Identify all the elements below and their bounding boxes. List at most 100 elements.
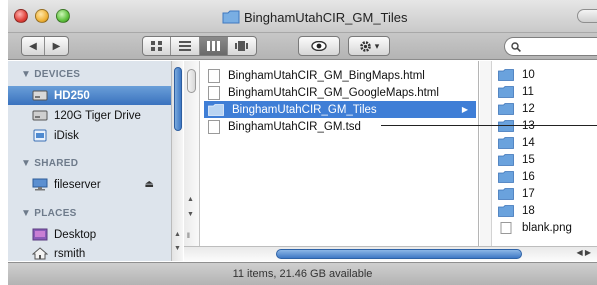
search-field[interactable] [504, 37, 597, 56]
file-name: BinghamUtahCIR_GM_Tiles [232, 103, 377, 116]
coverflow-view-button[interactable] [228, 37, 256, 55]
coverflow-view-icon [235, 41, 249, 51]
folder-name: 18 [522, 204, 535, 217]
home-icon [31, 247, 49, 260]
toolbar-toggle-button[interactable] [577, 9, 597, 23]
browser-column-1: ▲ ▼ ‖ BinghamUtahCIR_GM_BingMaps.html Bi… [184, 61, 479, 261]
search-input[interactable] [525, 40, 597, 53]
desktop-icon [32, 228, 48, 241]
browser-column-2: 10 11 12 13 14 15 16 17 18 blank.png [480, 61, 597, 261]
folder-name: 10 [522, 68, 535, 81]
column-view-button[interactable] [199, 37, 228, 55]
sidebar-item-label: fileserver [54, 178, 101, 191]
forward-arrow-icon: ▶ [52, 40, 61, 52]
list-item[interactable]: BinghamUtahCIR_GM_BingMaps.html [204, 67, 476, 84]
folder-icon [498, 85, 514, 98]
sidebar-item-rsmith[interactable]: rsmith [8, 244, 176, 263]
sidebar-scroll-thumb[interactable] [174, 67, 182, 131]
finder-window: BinghamUtahCIR_GM_Tiles ◀ ▶ ▾ ▼ DEVICES … [0, 0, 597, 285]
gear-icon [359, 40, 371, 52]
action-menu-button[interactable]: ▾ [348, 36, 390, 56]
folder-icon [498, 153, 514, 166]
file-name: BinghamUtahCIR_GM_BingMaps.html [228, 69, 425, 82]
eject-icon[interactable]: ⏏ [145, 179, 154, 190]
folder-icon [498, 102, 514, 115]
folder-icon [498, 187, 514, 200]
back-button[interactable]: ◀ [22, 37, 46, 55]
list-item[interactable]: 12 [498, 100, 535, 117]
file-name: blank.png [522, 221, 572, 234]
folder-name: 11 [522, 85, 534, 98]
file-name: BinghamUtahCIR_GM_GoogleMaps.html [228, 86, 439, 99]
list-item[interactable]: 17 [498, 185, 535, 202]
list-item[interactable]: 10 [498, 66, 535, 83]
image-file-icon [498, 221, 514, 234]
folder-icon [498, 170, 514, 183]
column-resize-handle-icon[interactable]: ‖ [187, 233, 190, 240]
list-item[interactable]: 18 [498, 202, 535, 219]
status-text: 11 items, 21.46 GB available [232, 268, 373, 280]
horizontal-scroll-arrows-icon[interactable]: ◀ ▶ [576, 248, 591, 257]
folder-name: 15 [522, 153, 535, 166]
folder-icon [498, 136, 514, 149]
sidebar-heading-shared[interactable]: ▼ SHARED [21, 158, 78, 169]
horizontal-scrollbar[interactable]: ◀ ▶ [184, 246, 597, 261]
sidebar-item-hd250[interactable]: HD250 [8, 86, 176, 105]
list-view-button[interactable] [171, 37, 200, 55]
folder-name: 14 [522, 136, 535, 149]
list-item[interactable]: 16 [498, 168, 535, 185]
list-item[interactable]: 14 [498, 134, 535, 151]
scroll-down-arrow-icon[interactable]: ▼ [187, 211, 194, 218]
window-title: BinghamUtahCIR_GM_Tiles [222, 8, 408, 26]
hard-drive-icon [32, 89, 48, 102]
hard-drive-icon [32, 109, 48, 122]
scroll-up-arrow-icon[interactable]: ▲ [174, 231, 181, 238]
document-icon [208, 68, 220, 83]
sidebar-item-idisk[interactable]: iDisk [8, 126, 176, 145]
zoom-button[interactable] [56, 9, 70, 23]
quick-look-button[interactable] [298, 36, 340, 56]
list-item[interactable]: BinghamUtahCIR_GM.tsd [204, 118, 476, 135]
callout-line [381, 125, 597, 126]
sidebar-item-label: Desktop [54, 228, 97, 241]
toolbar: ◀ ▶ ▾ [8, 33, 597, 60]
sidebar-heading-devices[interactable]: ▼ DEVICES [21, 69, 80, 80]
search-icon [511, 41, 521, 52]
list-item[interactable]: blank.png [498, 219, 572, 236]
file-name: BinghamUtahCIR_GM.tsd [228, 120, 361, 133]
title-bar[interactable]: BinghamUtahCIR_GM_Tiles [8, 0, 597, 33]
document-icon [208, 85, 220, 100]
disclosure-arrow-icon: ▶ [461, 105, 468, 114]
list-item[interactable]: BinghamUtahCIR_GM_Tiles ▶ [204, 101, 476, 118]
list-item[interactable]: 15 [498, 151, 535, 168]
chevron-down-icon: ▾ [374, 40, 380, 51]
forward-button[interactable]: ▶ [45, 37, 68, 55]
sidebar-item-label: rsmith [54, 247, 86, 260]
server-icon [32, 178, 48, 191]
horizontal-scroll-thumb[interactable] [276, 249, 522, 259]
folder-name: 17 [522, 187, 535, 200]
sidebar-item-120g-tiger-drive[interactable]: 120G Tiger Drive [8, 106, 176, 125]
close-button[interactable] [14, 9, 28, 23]
folder-name: 12 [522, 102, 535, 115]
sidebar-item-label: 120G Tiger Drive [54, 109, 141, 122]
sidebar: ▼ DEVICES HD250 120G Tiger Drive iDisk ▼… [8, 61, 183, 261]
sidebar-heading-places[interactable]: ▼ PLACES [21, 208, 77, 219]
column-2-scrollbar[interactable] [480, 61, 492, 261]
back-forward-control: ◀ ▶ [21, 36, 69, 56]
scroll-up-arrow-icon[interactable]: ▲ [187, 196, 194, 203]
column-1-scroll-thumb[interactable] [187, 69, 196, 93]
column-1-scrollbar[interactable]: ▲ ▼ ‖ [184, 61, 200, 261]
sidebar-item-desktop[interactable]: Desktop [8, 225, 176, 244]
list-item[interactable]: 11 [498, 83, 534, 100]
document-icon [208, 119, 220, 134]
icon-view-button[interactable] [143, 37, 172, 55]
sidebar-item-fileserver[interactable]: fileserver ⏏ [8, 175, 176, 194]
column-view-icon [206, 41, 220, 51]
scroll-down-arrow-icon[interactable]: ▼ [174, 245, 181, 252]
minimize-button[interactable] [35, 9, 49, 23]
sidebar-scrollbar[interactable]: ▲ ▼ [171, 61, 183, 261]
sidebar-item-label: HD250 [54, 89, 90, 102]
view-mode-control [142, 36, 257, 56]
list-item[interactable]: BinghamUtahCIR_GM_GoogleMaps.html [204, 84, 476, 101]
